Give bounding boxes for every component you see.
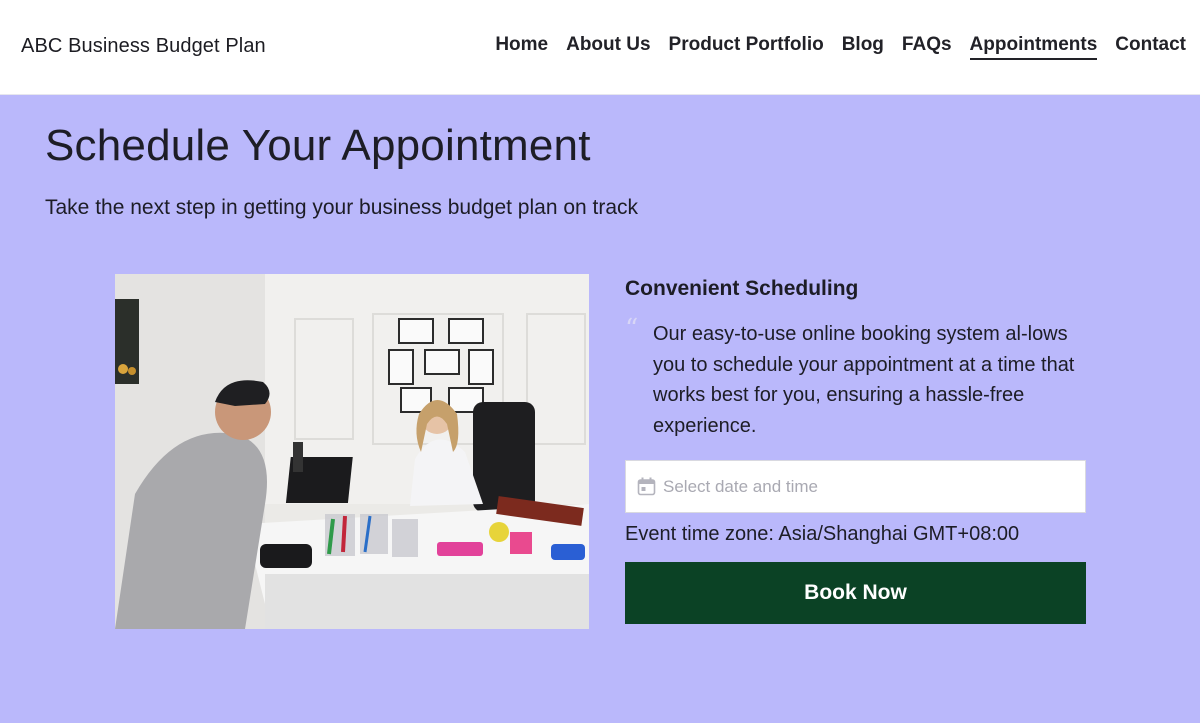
site-brand[interactable]: ABC Business Budget Plan bbox=[21, 35, 266, 58]
nav-about-us[interactable]: About Us bbox=[566, 34, 650, 60]
nav-appointments[interactable]: Appointments bbox=[969, 34, 1098, 60]
nav-faqs[interactable]: FAQs bbox=[902, 34, 952, 60]
scheduling-quote-text: Our easy-to-use online booking system al… bbox=[653, 323, 1075, 437]
main-nav: Home About Us Product Portfolio Blog FAQ… bbox=[495, 34, 1186, 60]
timezone-label: Event time zone: Asia/Shanghai GMT+08:00 bbox=[625, 523, 1020, 545]
date-time-field[interactable] bbox=[625, 460, 1086, 513]
photo-illustration bbox=[115, 274, 589, 629]
book-now-button[interactable]: Book Now bbox=[625, 562, 1086, 624]
site-header: ABC Business Budget Plan Home About Us P… bbox=[0, 0, 1200, 95]
scheduling-heading: Convenient Scheduling bbox=[625, 277, 859, 300]
nav-home[interactable]: Home bbox=[495, 34, 548, 60]
scheduling-panel: Convenient Scheduling “ Our easy-to-use … bbox=[625, 274, 1086, 624]
appointment-section: Schedule Your Appointment Take the next … bbox=[0, 95, 1200, 723]
nav-contact[interactable]: Contact bbox=[1115, 34, 1186, 60]
page-title: Schedule Your Appointment bbox=[45, 121, 591, 170]
page-subtitle: Take the next step in getting your busin… bbox=[45, 196, 639, 219]
nav-product-portfolio[interactable]: Product Portfolio bbox=[669, 34, 824, 60]
date-time-input[interactable] bbox=[663, 476, 1063, 497]
nav-blog[interactable]: Blog bbox=[842, 34, 884, 60]
office-consultation-photo bbox=[115, 274, 589, 629]
calendar-icon bbox=[637, 477, 656, 496]
scheduling-quote: “ Our easy-to-use online booking system … bbox=[625, 314, 1083, 441]
quote-icon: “ bbox=[625, 314, 639, 344]
